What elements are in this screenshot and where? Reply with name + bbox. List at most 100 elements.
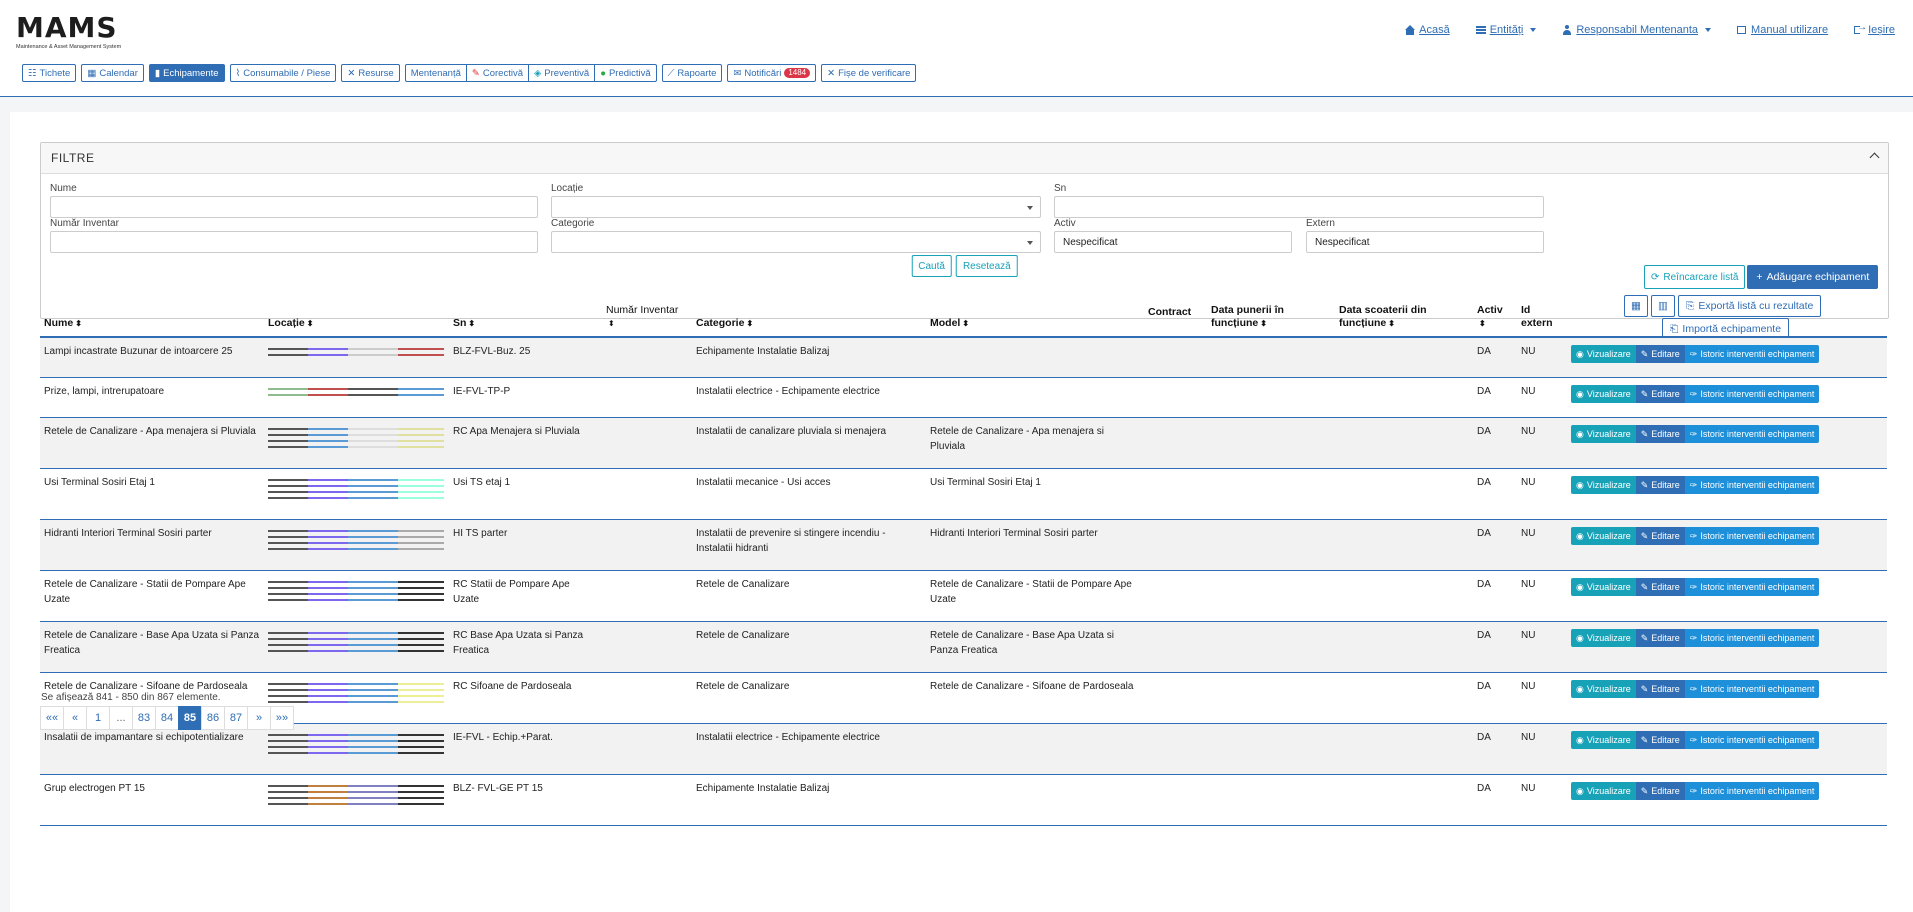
page-link[interactable]: 83 [132, 706, 156, 730]
history-button[interactable]: ✑ Istoric interventii echipament [1684, 680, 1820, 698]
cell-categorie: Instalatii mecanice - Usi acces [692, 468, 926, 520]
edit-button[interactable]: ✎ Editare [1635, 782, 1685, 800]
caret-down-icon [1705, 28, 1712, 32]
nume-input[interactable] [50, 196, 538, 218]
cell-data-scoatere [1335, 519, 1473, 571]
page-link[interactable]: 87 [224, 706, 248, 730]
edit-label: Editare [1651, 581, 1680, 592]
nav-user[interactable]: Responsabil Mentenanta [1562, 24, 1712, 36]
eye-icon: ◉ [1576, 388, 1584, 399]
history-button[interactable]: ✑ Istoric interventii echipament [1684, 527, 1820, 545]
activ-select[interactable]: Nespecificat [1054, 231, 1292, 253]
edit-button[interactable]: ✎ Editare [1635, 476, 1685, 494]
edit-button[interactable]: ✎ Editare [1635, 629, 1685, 647]
module-echipamente[interactable]: ▮ Echipamente [148, 64, 225, 82]
nav-manual[interactable]: Manual utilizare [1737, 24, 1828, 36]
module-rapoarte-label: Rapoarte [677, 67, 717, 79]
module-consumabile[interactable]: ⌇ Consumabile / Piese [229, 64, 337, 82]
cell-actions: ◉ Vizualizare ✎ Editare ✑ Istoric intervent… [1567, 723, 1887, 775]
location-bar-graphic [268, 475, 444, 505]
nav-entities[interactable]: Entități [1475, 24, 1537, 36]
inventar-input[interactable] [50, 231, 538, 253]
module-resurse[interactable]: ✕ Resurse [341, 64, 400, 82]
edit-button[interactable]: ✎ Editare [1635, 385, 1685, 403]
view-button[interactable]: ◉ Vizualizare [1571, 782, 1636, 800]
view-button[interactable]: ◉ Vizualizare [1571, 731, 1636, 749]
add-equipment-button[interactable]: + Adăugare echipament [1747, 265, 1879, 289]
col-categorie[interactable]: Categorie ⬍ [692, 304, 926, 338]
col-sn[interactable]: Sn ⬍ [449, 304, 602, 338]
filter-categorie: Categorie [551, 218, 1041, 253]
edit-button[interactable]: ✎ Editare [1635, 527, 1685, 545]
page-link[interactable]: 1 [86, 706, 110, 730]
history-button[interactable]: ✑ Istoric interventii echipament [1684, 345, 1820, 363]
filter-inventar: Număr Inventar [50, 218, 538, 253]
view-button[interactable]: ◉ Vizualizare [1571, 345, 1636, 363]
filters-header[interactable]: FILTRE [41, 143, 1888, 174]
equipment-category: Echipamente Instalatie Balizaj [696, 346, 830, 357]
cell-nume: Usi Terminal Sosiri Etaj 1 [40, 468, 264, 520]
view-button[interactable]: ◉ Vizualizare [1571, 385, 1636, 403]
view-button[interactable]: ◉ Vizualizare [1571, 476, 1636, 494]
history-button[interactable]: ✑ Istoric interventii echipament [1684, 425, 1820, 443]
sn-input[interactable] [1054, 196, 1544, 218]
edit-button[interactable]: ✎ Editare [1635, 731, 1685, 749]
col-data-scoatere[interactable]: Data scoaterii din funcțiune ⬍ [1335, 304, 1473, 338]
history-button[interactable]: ✑ Istoric interventii echipament [1684, 578, 1820, 596]
view-button[interactable]: ◉ Vizualizare [1571, 425, 1636, 443]
col-model[interactable]: Model ⬍ [926, 304, 1144, 338]
module-predictiva[interactable]: ● Predictivă [594, 64, 657, 82]
cell-contract [1144, 417, 1207, 469]
view-button[interactable]: ◉ Vizualizare [1571, 680, 1636, 698]
module-mentenanta[interactable]: Mentenanță [404, 64, 467, 82]
page-link[interactable]: «« [40, 706, 64, 730]
edit-button[interactable]: ✎ Editare [1635, 680, 1685, 698]
page-link[interactable]: »» [270, 706, 294, 730]
table-header-row: Nume ⬍ Locație ⬍ Sn ⬍ Număr Inventar ⬍ Categ… [40, 304, 1887, 338]
page-link[interactable]: 85 [178, 706, 202, 730]
history-button[interactable]: ✑ Istoric interventii echipament [1684, 731, 1820, 749]
history-button[interactable]: ✑ Istoric interventii echipament [1684, 629, 1820, 647]
edit-button[interactable]: ✎ Editare [1635, 578, 1685, 596]
locatie-select[interactable] [551, 196, 1041, 218]
module-rapoarte[interactable]: ⟋ Rapoarte [661, 64, 723, 82]
edit-button[interactable]: ✎ Editare [1635, 425, 1685, 443]
table-row: Prize, lampi, intrerupatoare IE-FVL-TP-P… [40, 377, 1887, 418]
col-categorie-label: Categorie [696, 317, 745, 329]
col-locatie[interactable]: Locație ⬍ [264, 304, 449, 338]
cell-extern: NU [1517, 417, 1567, 469]
col-inventar[interactable]: Număr Inventar ⬍ [602, 304, 692, 338]
module-tichete[interactable]: ☷ Tichete [22, 64, 77, 82]
nav-exit[interactable]: Ieșire [1854, 22, 1895, 36]
cell-locatie [264, 621, 449, 673]
view-button[interactable]: ◉ Vizualizare [1571, 629, 1636, 647]
search-button[interactable]: Caută [911, 255, 952, 277]
page-link[interactable]: » [247, 706, 271, 730]
tools-icon: ✕ [347, 67, 356, 79]
module-calendar[interactable]: ▦ Calendar [81, 64, 144, 82]
history-button[interactable]: ✑ Istoric interventii echipament [1684, 782, 1820, 800]
page-link[interactable]: « [63, 706, 87, 730]
view-button[interactable]: ◉ Vizualizare [1571, 527, 1636, 545]
reload-list-button[interactable]: ⟳ Reîncarcare listă [1644, 265, 1746, 289]
col-activ[interactable]: Activ ⬍ [1473, 304, 1517, 338]
cell-extern: NU [1517, 468, 1567, 520]
module-notificari[interactable]: ✉ Notificări 1484 [727, 64, 817, 82]
page-link[interactable]: 86 [201, 706, 225, 730]
nav-home[interactable]: Acasă [1405, 24, 1450, 36]
col-data-punere[interactable]: Data punerii în funcțiune ⬍ [1207, 304, 1335, 338]
page-link[interactable]: 84 [155, 706, 179, 730]
chevron-up-icon[interactable] [1869, 152, 1880, 163]
categorie-select[interactable] [551, 231, 1041, 253]
reset-button[interactable]: Resetează [955, 255, 1018, 277]
view-button[interactable]: ◉ Vizualizare [1571, 578, 1636, 596]
module-fise[interactable]: ✕ Fișe de verificare [821, 64, 917, 82]
module-preventiva[interactable]: ◈ Preventivă [527, 64, 596, 82]
edit-button[interactable]: ✎ Editare [1635, 345, 1685, 363]
extern-select[interactable]: Nespecificat [1306, 231, 1544, 253]
module-corectiva[interactable]: ✎ Corectivă [465, 64, 529, 82]
history-button[interactable]: ✑ Istoric interventii echipament [1684, 385, 1820, 403]
mams-logo[interactable]: MAMS Maintenance & Asset Management Syst… [16, 14, 131, 51]
col-nume[interactable]: Nume ⬍ [40, 304, 264, 338]
history-button[interactable]: ✑ Istoric interventii echipament [1684, 476, 1820, 494]
